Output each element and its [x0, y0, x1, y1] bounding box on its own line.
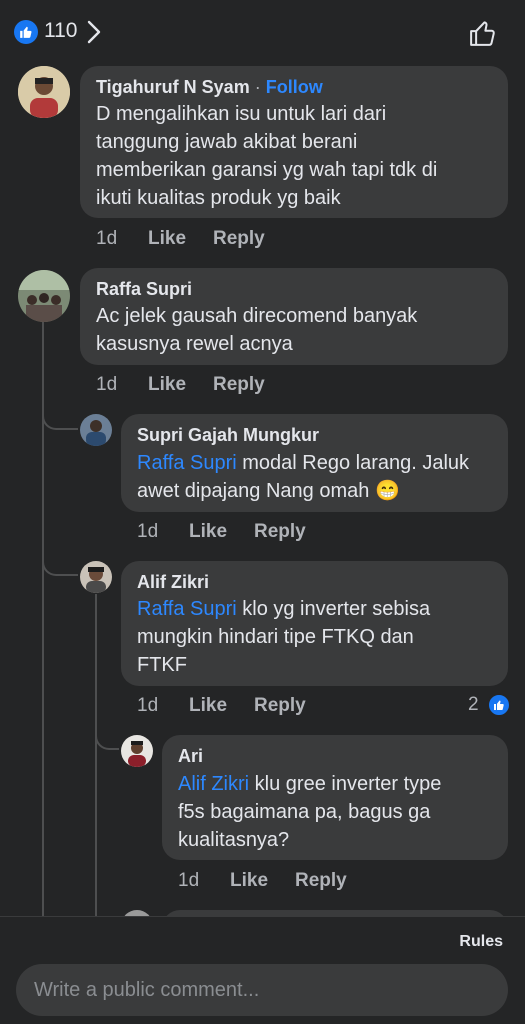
- avatar[interactable]: [80, 414, 112, 446]
- reply-button[interactable]: Reply: [213, 374, 265, 396]
- like-thumb-icon: [14, 20, 38, 44]
- mention-link[interactable]: Raffa Supri: [137, 452, 237, 474]
- follow-button[interactable]: Follow: [266, 77, 323, 97]
- comment-text: Ac jelek gausah direcomend banyak kasusn…: [96, 305, 418, 355]
- comment-text: D mengalihkan isu untuk lari dari tanggu…: [96, 103, 438, 209]
- comment-actions: 1d Like Reply: [96, 228, 265, 250]
- reaction-count[interactable]: 110: [44, 19, 77, 43]
- comment-text: Raffa Supri modal Rego larang. Jaluk awe…: [137, 452, 470, 502]
- reply-button[interactable]: Reply: [295, 870, 347, 892]
- like-button[interactable]: Like: [189, 695, 254, 717]
- comment-author[interactable]: Ari: [178, 746, 203, 767]
- reply-button[interactable]: Reply: [254, 695, 306, 717]
- comment-time: 1d: [96, 374, 118, 395]
- mention-link[interactable]: Alif Zikri: [178, 773, 249, 795]
- thread-branch: [42, 410, 78, 430]
- like-button[interactable]: Like: [230, 870, 295, 892]
- chevron-right-icon[interactable]: [86, 20, 102, 44]
- thread-branch: [42, 556, 78, 576]
- comment-composer: Rules: [0, 916, 525, 1024]
- like-button[interactable]: Like: [189, 521, 254, 543]
- thumbs-up-outline-icon[interactable]: [468, 18, 498, 48]
- avatar[interactable]: [121, 735, 153, 767]
- comment-actions: 1d Like Reply: [137, 695, 306, 717]
- reactions-header: 110: [0, 0, 525, 62]
- thread-branch: [95, 730, 119, 750]
- comment-author[interactable]: Supri Gajah Mungkur: [137, 425, 319, 446]
- comment-time: 1d: [96, 228, 118, 249]
- reply-button[interactable]: Reply: [254, 521, 306, 543]
- comment-text: Raffa Supri klo yg inverter sebisa mungk…: [137, 598, 431, 676]
- comment-author[interactable]: Raffa Supri: [96, 279, 192, 300]
- rules-link[interactable]: Rules: [459, 933, 503, 951]
- reaction-count[interactable]: 2: [468, 694, 479, 716]
- avatar[interactable]: [18, 270, 70, 322]
- comment-time: 1d: [178, 870, 200, 891]
- comment-text: Alif Zikri klu gree inverter type f5s ba…: [178, 773, 442, 851]
- like-thumb-icon: [487, 693, 511, 717]
- grinning-emoji-icon: 😁: [374, 480, 400, 502]
- reply-button[interactable]: Reply: [213, 228, 265, 250]
- comment-author[interactable]: Alif Zikri: [137, 572, 209, 593]
- comment-author[interactable]: Tigahuruf N Syam · Follow: [96, 77, 323, 98]
- like-button[interactable]: Like: [148, 228, 213, 250]
- mention-link[interactable]: Raffa Supri: [137, 598, 237, 620]
- comment-time: 1d: [137, 521, 159, 542]
- comment-actions: 1d Like Reply: [178, 870, 347, 892]
- avatar[interactable]: [80, 561, 112, 593]
- comment-input[interactable]: [16, 964, 508, 1016]
- comment-actions: 1d Like Reply: [96, 374, 265, 396]
- like-button[interactable]: Like: [148, 374, 213, 396]
- thread-line: [95, 594, 97, 924]
- avatar[interactable]: [18, 66, 70, 118]
- comment-actions: 1d Like Reply: [137, 521, 306, 543]
- comment-time: 1d: [137, 695, 159, 716]
